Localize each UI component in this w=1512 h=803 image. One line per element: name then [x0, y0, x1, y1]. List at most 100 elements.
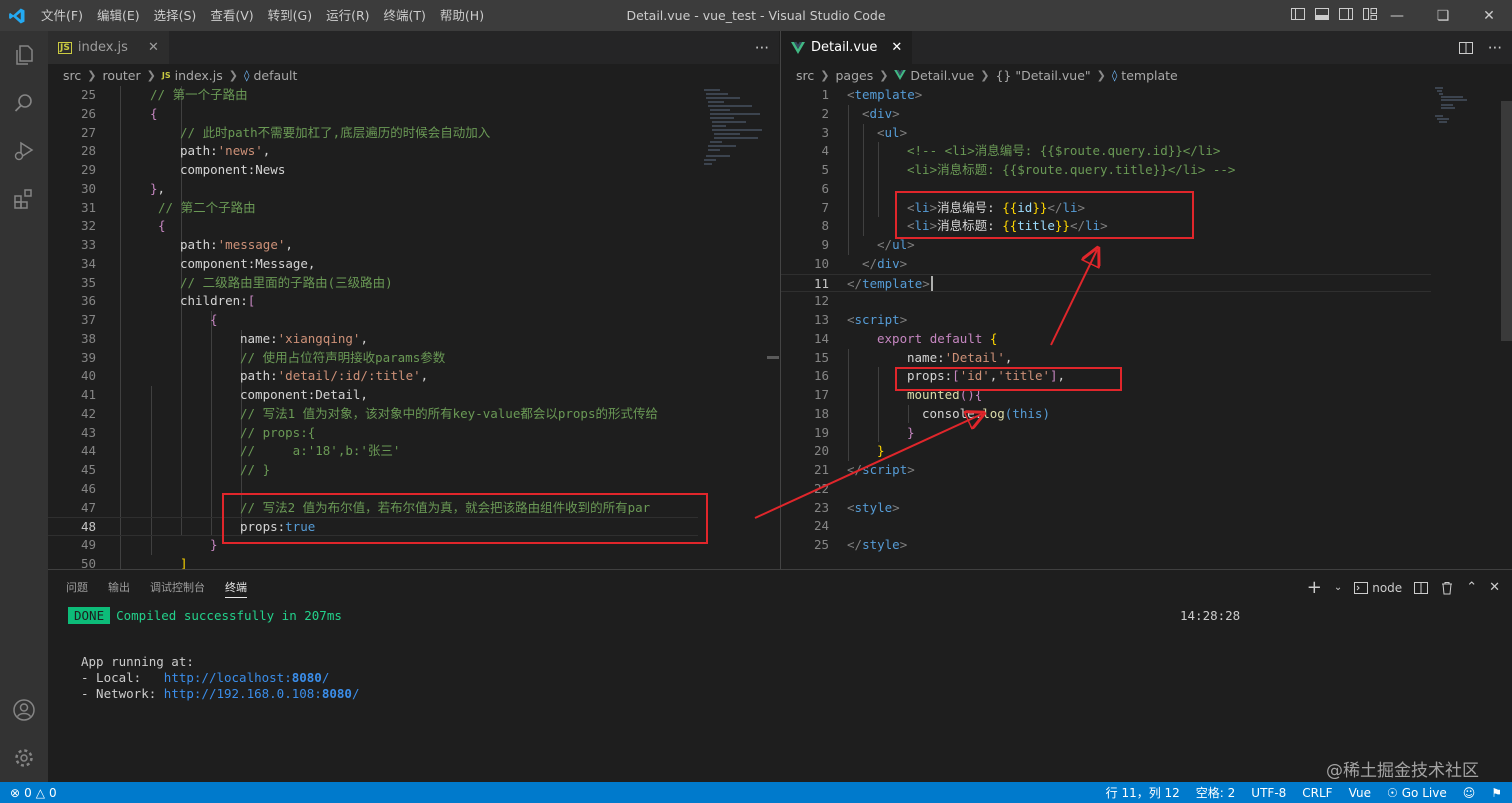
left-editor-group: JS index.js ✕ ··· src ❯ router ❯ JS index.…	[48, 31, 779, 569]
local-url-link[interactable]: http://localhost:8080/	[164, 670, 330, 685]
menu-help[interactable]: 帮助(H)	[433, 0, 491, 31]
panel-tabs: 问题 输出 调试控制台 终端	[48, 570, 1512, 605]
activity-bar	[0, 31, 48, 782]
encoding[interactable]: UTF-8	[1251, 786, 1286, 800]
breadcrumb-item[interactable]: Detail.vue	[910, 68, 974, 83]
menu-edit[interactable]: 编辑(E)	[90, 0, 147, 31]
indentation[interactable]: 空格: 2	[1196, 784, 1236, 801]
minimap[interactable]	[700, 86, 766, 569]
maximize-panel-icon[interactable]: ⌃	[1466, 580, 1477, 595]
more-actions-icon[interactable]: ···	[1488, 39, 1502, 57]
tab-index-js[interactable]: JS index.js ✕	[48, 31, 170, 64]
broadcast-icon: ☉	[1386, 785, 1398, 800]
js-file-icon: JS	[58, 41, 72, 54]
close-tab-icon[interactable]: ✕	[148, 40, 159, 55]
language-mode[interactable]: Vue	[1349, 786, 1371, 800]
end-of-line[interactable]: CRLF	[1302, 786, 1332, 800]
trash-icon[interactable]	[1440, 581, 1454, 595]
breadcrumb-item[interactable]: template	[1121, 68, 1177, 83]
restore-icon[interactable]: ❏	[1420, 0, 1466, 31]
settings-gear-icon[interactable]	[0, 734, 48, 782]
new-terminal-icon[interactable]: +	[1307, 577, 1322, 598]
breadcrumb: src ❯ router ❯ JS index.js ❯ ◊ default	[63, 67, 298, 83]
menu-bar: 文件(F) 编辑(E) 选择(S) 查看(V) 转到(G) 运行(R) 终端(T…	[34, 0, 491, 31]
panel-actions: + ⌄ node ⌃ ✕	[1307, 570, 1500, 605]
breadcrumb-item[interactable]: src	[796, 68, 814, 83]
symbol-variable-icon: ◊	[244, 68, 250, 82]
extensions-icon[interactable]	[0, 175, 48, 223]
toggle-sidebar-icon[interactable]	[1290, 6, 1306, 22]
highlight-box	[895, 367, 1122, 391]
tab-terminal[interactable]: 终端	[215, 570, 257, 605]
code-editor[interactable]: 1 <template> 2 <div> 3 <ul> 4 <!-- <li>消息编号:…	[781, 86, 1433, 569]
close-tab-icon[interactable]: ✕	[891, 40, 902, 55]
breadcrumb-item[interactable]: {} "Detail.vue"	[995, 68, 1090, 83]
vscode-logo-icon	[0, 0, 34, 31]
tab-debug-console[interactable]: 调试控制台	[140, 570, 215, 605]
left-tab-bar: JS index.js ✕ ···	[48, 31, 779, 64]
breadcrumb-item[interactable]: router	[102, 68, 140, 83]
network-url-link[interactable]: http://192.168.0.108:8080/	[164, 686, 360, 701]
highlight-box	[895, 191, 1194, 239]
minimap[interactable]	[1433, 86, 1499, 569]
menu-view[interactable]: 查看(V)	[203, 0, 260, 31]
window-controls: — ❏ ✕	[1374, 0, 1512, 31]
account-icon[interactable]	[0, 686, 48, 734]
layout-controls	[1290, 6, 1378, 22]
explorer-icon[interactable]	[0, 31, 48, 79]
terminal-shell[interactable]: node	[1354, 581, 1402, 595]
run-debug-icon[interactable]	[0, 127, 48, 175]
notifications-bell-icon[interactable]: ⚑	[1491, 786, 1502, 800]
highlight-box	[222, 493, 708, 544]
close-panel-icon[interactable]: ✕	[1489, 580, 1500, 595]
toggle-panel-icon[interactable]	[1314, 6, 1330, 22]
tab-problems[interactable]: 问题	[56, 570, 98, 605]
network-url-line: - Network: http://192.168.0.108:8080/	[81, 686, 360, 701]
toggle-secondary-sidebar-icon[interactable]	[1338, 6, 1354, 22]
tab-detail-vue[interactable]: Detail.vue ✕	[781, 31, 913, 64]
minimize-icon[interactable]: —	[1374, 0, 1420, 31]
tab-output[interactable]: 输出	[98, 570, 140, 605]
shell-name: node	[1372, 580, 1403, 595]
right-editor-group: Detail.vue ✕ ··· src ❯ pages ❯ Detail.vue ❯…	[780, 31, 1512, 569]
terminal-icon	[1354, 581, 1369, 594]
compile-status: Compiled successfully in 207ms	[116, 608, 342, 623]
breadcrumb-item[interactable]: index.js	[175, 68, 223, 83]
terminal-output[interactable]: DONE Compiled successfully in 207ms 14:28…	[68, 606, 1488, 702]
right-tab-bar: Detail.vue ✕ ···	[781, 31, 1512, 64]
status-bar: ⊗ 0 △ 0 行 11，列 12 空格: 2 UTF-8 CRLF Vue ☉ Go…	[0, 782, 1512, 803]
breadcrumb-item[interactable]: pages	[835, 68, 873, 83]
menu-terminal[interactable]: 终端(T)	[377, 0, 433, 31]
breadcrumb-item[interactable]: src	[63, 68, 81, 83]
close-window-icon[interactable]: ✕	[1466, 0, 1512, 31]
js-file-icon: JS	[161, 70, 171, 80]
app-running: App running at:	[81, 654, 194, 669]
chevron-down-icon[interactable]: ⌄	[1334, 582, 1342, 593]
terminal-time: 14:28:28	[1180, 608, 1241, 623]
watermark: @稀土掘金技术社区	[1326, 761, 1479, 781]
more-actions-icon[interactable]: ···	[755, 39, 769, 57]
breadcrumb: src ❯ pages ❯ Detail.vue ❯ {} "Detail.vue" ❯…	[796, 67, 1178, 83]
vertical-scrollbar[interactable]	[765, 86, 779, 569]
vue-file-icon	[791, 41, 805, 54]
cursor-position[interactable]: 行 11，列 12	[1106, 784, 1180, 801]
tab-label: Detail.vue	[811, 40, 878, 55]
menu-go[interactable]: 转到(G)	[261, 0, 319, 31]
menu-run[interactable]: 运行(R)	[319, 0, 376, 31]
code-comment: // 第一个子路由	[150, 87, 248, 102]
symbol-element-icon: ◊	[1111, 68, 1118, 82]
split-terminal-icon[interactable]	[1414, 581, 1429, 595]
split-editor-icon[interactable]	[1458, 40, 1474, 56]
go-live-button[interactable]: ☉ Go Live	[1387, 786, 1447, 800]
menu-selection[interactable]: 选择(S)	[147, 0, 204, 31]
menu-file[interactable]: 文件(F)	[34, 0, 90, 31]
breadcrumb-item[interactable]: default	[253, 68, 297, 83]
feedback-icon[interactable]: ☺	[1463, 786, 1476, 800]
vue-file-icon	[894, 70, 907, 80]
problems-indicator[interactable]: ⊗ 0 △ 0	[10, 786, 57, 800]
local-url-line: - Local: http://localhost:8080/	[81, 670, 330, 685]
warning-icon: △	[35, 785, 45, 800]
title-bar: 文件(F) 编辑(E) 选择(S) 查看(V) 转到(G) 运行(R) 终端(T…	[0, 0, 1512, 31]
search-icon[interactable]	[0, 79, 48, 127]
vertical-scrollbar[interactable]	[1499, 86, 1512, 569]
